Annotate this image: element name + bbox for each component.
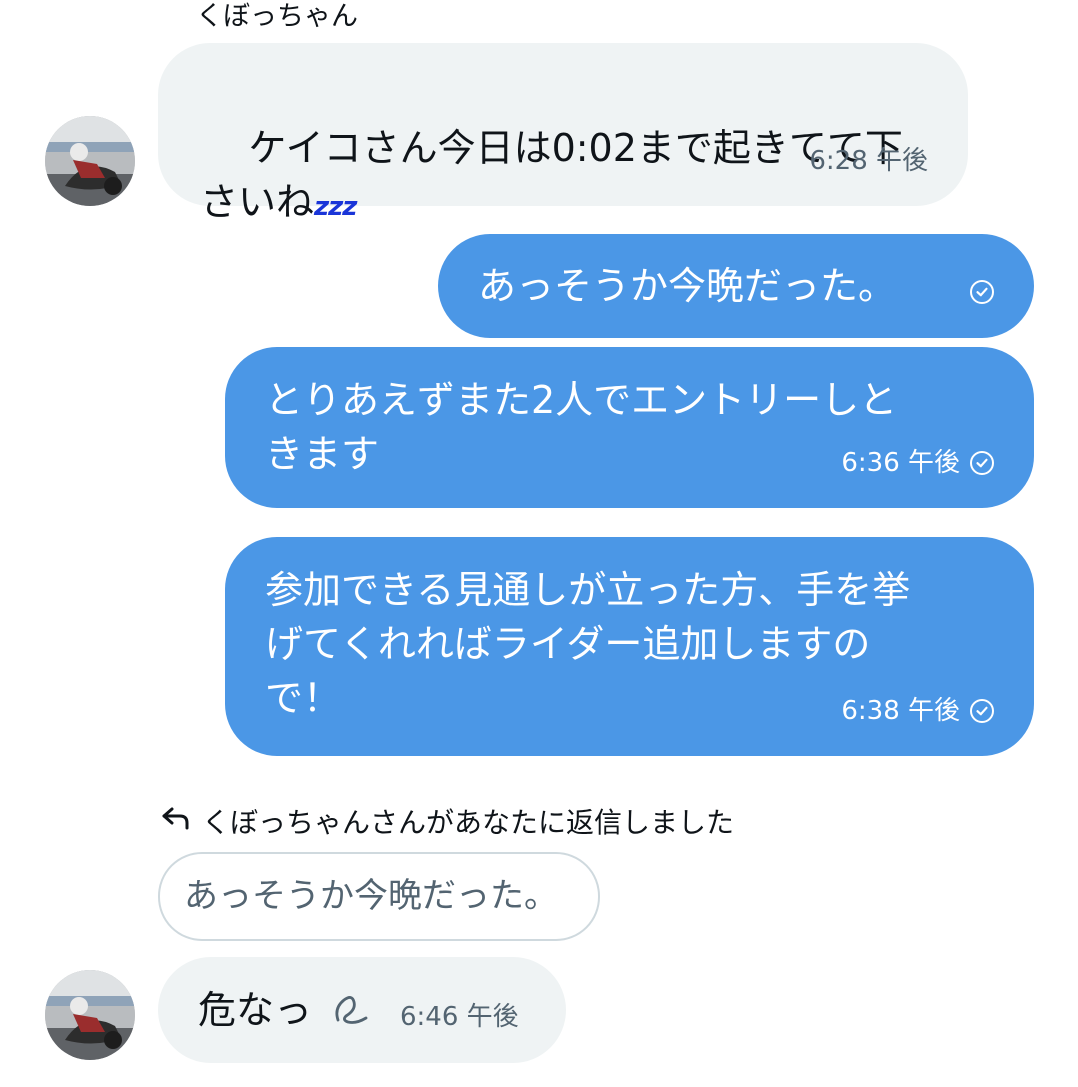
- message-bubble-outgoing[interactable]: とりあえずまた2人でエントリーしと きます 6:36 午後: [225, 347, 1034, 508]
- quoted-message[interactable]: あっそうか今晩だった。: [158, 852, 600, 941]
- reply-context: くぼっちゃんさんがあなたに返信しました: [160, 804, 734, 841]
- message-time: 6:46 午後: [400, 1002, 519, 1032]
- sent-check-icon: [970, 451, 994, 475]
- message-text: ケイコさん今日は0:02まで起きてて下 さいね: [200, 126, 903, 224]
- reply-arrow-icon: [160, 804, 192, 841]
- message-bubble-incoming[interactable]: ケイコさん今日は0:02まで起きてて下 さいねzzz 6:28 午後: [158, 43, 968, 224]
- sender-name: くぼっちゃん: [196, 1, 358, 32]
- zzz-emoji: zzz: [314, 192, 357, 222]
- motorcycle-rider-avatar-image: [45, 116, 135, 206]
- message-bubble-incoming[interactable]: 危なっ 6:46 午後: [158, 957, 566, 1063]
- message-text: 危なっ: [198, 988, 313, 1032]
- sent-check-icon: [970, 699, 994, 723]
- sent-check-icon: [970, 280, 994, 304]
- reply-label: くぼっちゃんさんがあなたに返信しました: [202, 805, 735, 839]
- edited-squiggle-icon: [332, 990, 372, 1044]
- message-time: 6:28 午後: [809, 146, 928, 176]
- avatar[interactable]: [45, 970, 135, 1060]
- message-time: 6:38 午後: [841, 696, 960, 726]
- message-text: あっそうか今晩だった。: [478, 264, 897, 308]
- message-time: 6:36 午後: [841, 448, 960, 478]
- message-bubble-outgoing[interactable]: 参加できる見通しが立った方、手を挙 げてくれればライダー追加しますの で！ 6:…: [225, 537, 1034, 756]
- message-bubble-outgoing[interactable]: あっそうか今晩だった。: [438, 234, 1034, 338]
- motorcycle-rider-avatar-image: [45, 970, 135, 1060]
- avatar[interactable]: [45, 116, 135, 206]
